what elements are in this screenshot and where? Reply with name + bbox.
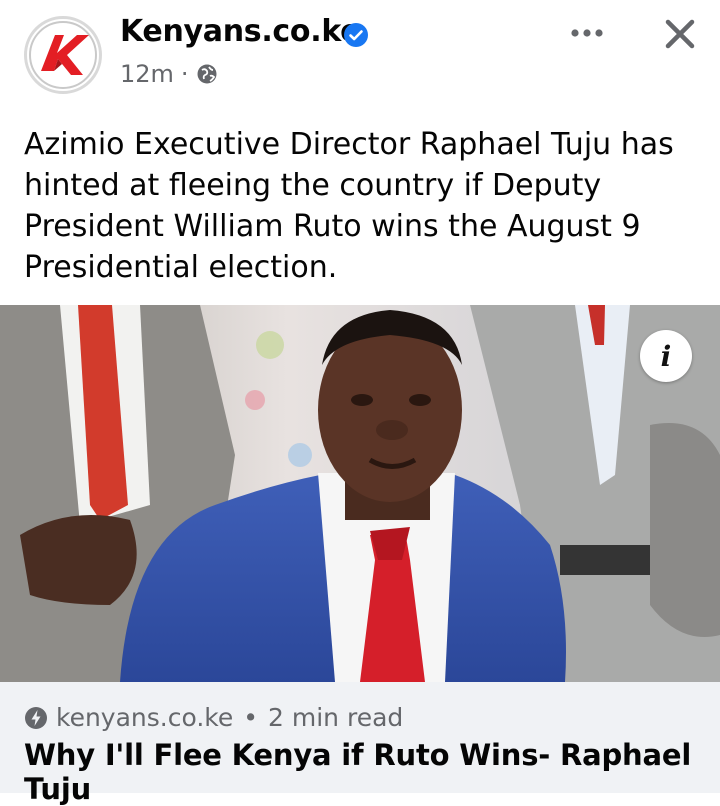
more-options-icon[interactable]	[566, 18, 608, 48]
verified-badge-icon	[344, 23, 368, 47]
link-separator: •	[243, 703, 259, 732]
photo-info-button[interactable]: i	[640, 330, 692, 382]
page-avatar[interactable]	[24, 16, 102, 94]
link-title[interactable]: Why I'll Flee Kenya if Ruto Wins- Raphae…	[24, 738, 720, 806]
kenyans-logo-icon	[29, 21, 97, 89]
photo-illustration	[0, 305, 720, 682]
post-time[interactable]: 12m	[120, 60, 174, 88]
post-body-text: Azimio Executive Director Raphael Tuju h…	[24, 127, 674, 285]
globe-icon	[197, 64, 217, 84]
close-icon[interactable]	[660, 14, 700, 54]
post-meta: 12m ·	[120, 60, 218, 88]
meta-separator: ·	[180, 60, 189, 88]
page-name-link[interactable]: Kenyans.co.ke	[120, 14, 361, 49]
post-header: Kenyans.co.ke 12m ·	[0, 0, 720, 110]
instant-article-bolt-icon	[25, 706, 47, 729]
post-photo[interactable]	[0, 305, 720, 682]
link-meta: kenyans.co.ke • 2 min read	[24, 703, 403, 732]
link-domain: kenyans.co.ke	[56, 703, 234, 732]
link-read-time: 2 min read	[268, 703, 404, 732]
